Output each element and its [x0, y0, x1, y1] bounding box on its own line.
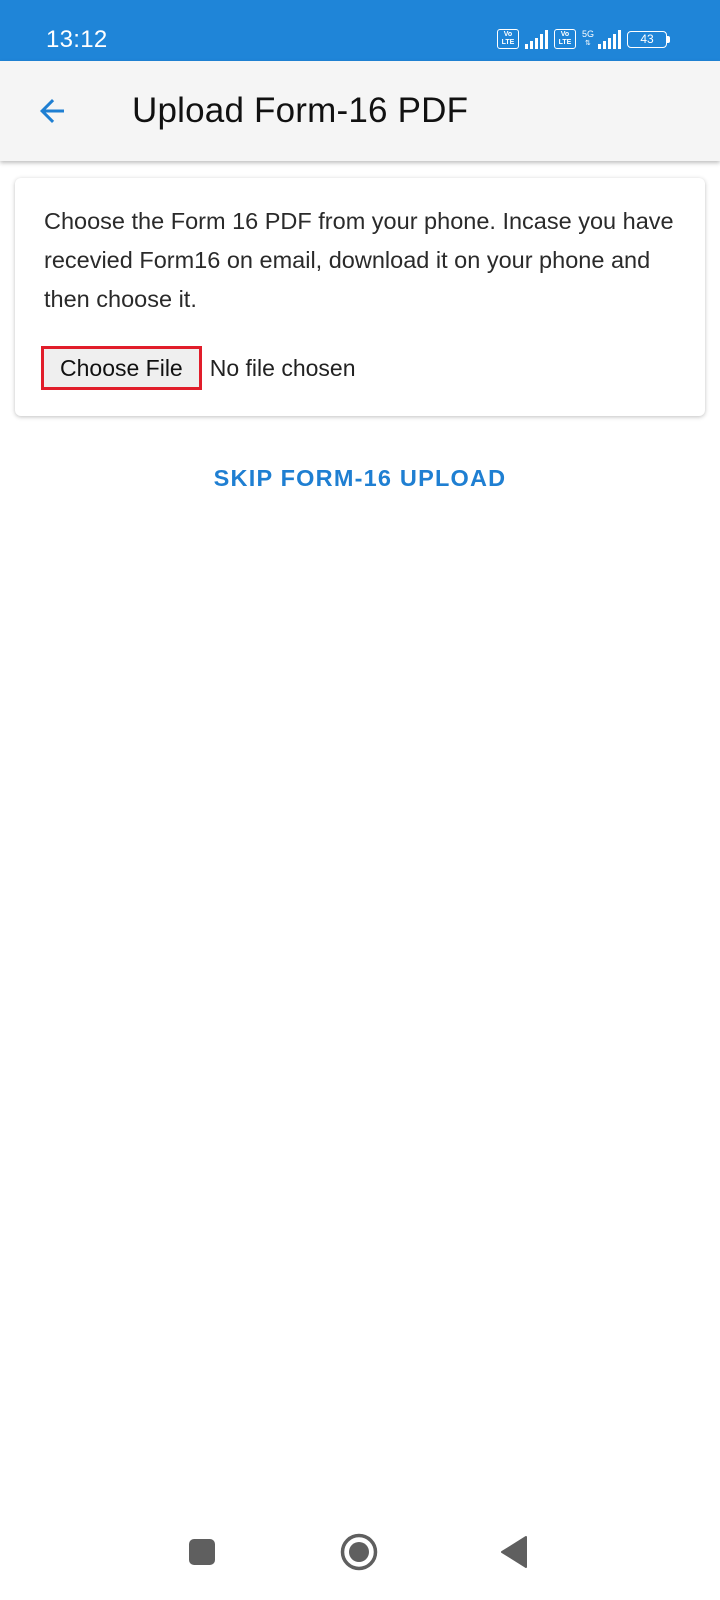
5g-icon: 5G ⇅: [581, 29, 594, 48]
circle-home-icon: [340, 1533, 378, 1571]
signal-icon: [524, 29, 548, 49]
triangle-back-icon: [501, 1536, 527, 1568]
recents-button[interactable]: [178, 1528, 226, 1576]
file-status-text: No file chosen: [209, 354, 356, 381]
back-button[interactable]: [30, 89, 74, 133]
back-nav-button[interactable]: [490, 1528, 538, 1576]
volte-icon: Vo LTE: [553, 29, 576, 49]
system-nav-bar: [0, 1510, 720, 1600]
page-title: Upload Form-16 PDF: [132, 91, 469, 130]
app-bar: Upload Form-16 PDF: [0, 61, 720, 161]
choose-file-button[interactable]: Choose File: [41, 346, 202, 390]
battery-level: 43: [627, 30, 667, 48]
status-icons: Vo LTE Vo LTE 5G ⇅ 43: [496, 26, 670, 52]
battery-icon: 43: [627, 30, 670, 48]
arrow-left-icon: [40, 99, 64, 123]
signal-icon: [598, 29, 621, 49]
status-time: 13:12: [46, 26, 108, 53]
square-recents-icon: [189, 1539, 215, 1565]
upload-card: Choose the Form 16 PDF from your phone. …: [15, 178, 705, 416]
status-bar: 13:12 Vo LTE Vo LTE 5G ⇅ 43: [0, 0, 720, 61]
skip-upload-button[interactable]: SKIP FORM-16 UPLOAD: [0, 460, 720, 496]
file-input-row: Choose File No file chosen: [41, 346, 355, 390]
instruction-text: Choose the Form 16 PDF from your phone. …: [44, 208, 674, 312]
home-button[interactable]: [335, 1528, 383, 1576]
volte-icon: Vo LTE: [496, 29, 519, 49]
